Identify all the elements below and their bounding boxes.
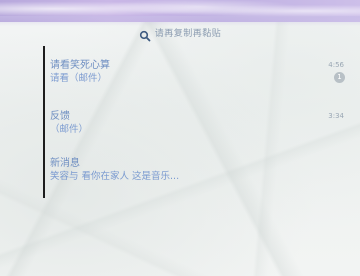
- search-placeholder[interactable]: 请再复制再黏贴: [155, 26, 222, 39]
- chat-preview: 笑容与 看你在家人 这是音乐...: [50, 171, 180, 182]
- unread-badge: 1: [334, 72, 345, 83]
- chat-list-item[interactable]: 请看笑死心算 请看（邮件） 4:56 1: [50, 59, 350, 85]
- chat-time: 4:56: [328, 61, 344, 69]
- chat-list-item[interactable]: 新消息 笑容与 看你在家人 这是音乐...: [50, 157, 350, 183]
- search-icon: [139, 27, 151, 41]
- chat-preview: （邮件）: [50, 124, 89, 135]
- search-bar[interactable]: 请再复制再黏贴: [0, 26, 360, 41]
- chat-list-screen: 请再复制再黏贴 请看笑死心算 请看（邮件） 4:56 1 反馈 （邮件） 3:3…: [0, 0, 360, 276]
- chat-name: 请看笑死心算: [50, 60, 110, 71]
- chat-list-item[interactable]: 反馈 （邮件） 3:34: [50, 110, 350, 136]
- header-sky-fade: [0, 16, 360, 26]
- chat-name: 反馈: [50, 111, 70, 122]
- list-accent-line: [43, 46, 45, 198]
- paper-background: [0, 0, 360, 276]
- chat-preview: 请看（邮件）: [50, 73, 108, 84]
- chat-name: 新消息: [50, 158, 80, 169]
- chat-time: 3:34: [328, 112, 344, 120]
